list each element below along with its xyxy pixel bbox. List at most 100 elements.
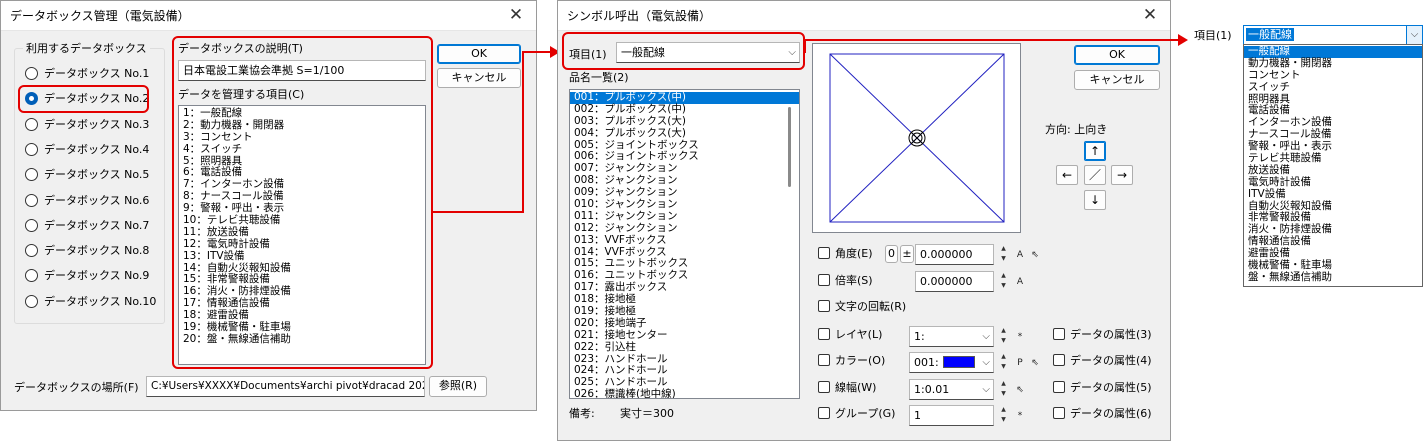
symbol-list-item[interactable]: 012：ジャンクション — [570, 222, 799, 235]
group-spinner-icon[interactable]: ▲ ▼ — [998, 405, 1009, 426]
color-p-button[interactable]: P — [1013, 354, 1027, 372]
rotate-text-checkbox[interactable]: 文字の回転(R) — [818, 300, 906, 314]
close-icon[interactable]: ✕ — [1130, 1, 1170, 31]
dropdown-option[interactable]: スイッチ — [1244, 81, 1422, 94]
cursor-pick-icon[interactable]: ⇖ — [1013, 381, 1027, 399]
color-select-value: 001: — [914, 356, 939, 369]
symbol-list-item[interactable]: 021：接地センター — [570, 329, 799, 342]
cancel-button[interactable]: キャンセル — [437, 68, 521, 88]
direction-diagonal-button[interactable]: ／ — [1084, 165, 1106, 185]
group-checkbox-box[interactable] — [818, 407, 830, 419]
direction-right-button[interactable]: → — [1111, 165, 1133, 185]
attr3-checkbox-box[interactable] — [1053, 328, 1065, 340]
symbol-list[interactable]: 001：プルボックス(中) 002：プルボックス(中) 003：プルボックス(大) 0… — [569, 89, 800, 399]
selected-radio-highlight — [18, 85, 149, 113]
databox-radio-1[interactable]: データボックス No.1 — [25, 67, 149, 81]
direction-left-button[interactable]: ← — [1056, 165, 1078, 185]
databox-radio-6[interactable]: データボックス No.6 — [25, 193, 149, 208]
item-dropdown-list[interactable]: 一般配線 動力機器・開閉器 コンセント スイッチ 照明器具 電話設備 インターホン設備 ナース… — [1243, 44, 1423, 287]
symbol-list-item[interactable]: 013：VVFボックス — [570, 234, 799, 247]
direction-up-button[interactable]: ↑ — [1084, 141, 1106, 161]
line-width-select[interactable]: 1:0.01 ⌵ — [909, 379, 994, 400]
cancel-button[interactable]: キャンセル — [1074, 70, 1160, 90]
location-field[interactable]: C:¥Users¥XXXX¥Documents¥archi pivot¥drac… — [146, 376, 425, 397]
angle-sign-button[interactable]: ± — [900, 245, 914, 263]
browse-button[interactable]: 参照(R) — [429, 376, 487, 397]
group-star-button[interactable]: * — [1013, 407, 1027, 425]
radio-circle-icon[interactable] — [25, 67, 38, 80]
layer-spinner-icon[interactable]: ▲ ▼ — [998, 326, 1009, 347]
dialog-title-text: データボックス管理（電気設備） — [10, 9, 190, 23]
layer-select[interactable]: 1: ⌵ — [909, 326, 994, 347]
attr6-checkbox[interactable]: データの属性(6) — [1053, 407, 1152, 421]
databox-manager-dialog: データボックス管理（電気設備） ✕ 利用するデータボックス データボックス No… — [0, 0, 537, 411]
scale-a-button[interactable]: A — [1013, 273, 1027, 291]
databox-radio-8[interactable]: データボックス No.8 — [25, 244, 149, 258]
scale-checkbox-box[interactable] — [818, 274, 830, 286]
direction-down-button[interactable]: ↓ — [1084, 190, 1106, 210]
scale-field[interactable]: 0.000000 — [915, 271, 994, 292]
attr6-checkbox-box[interactable] — [1053, 407, 1065, 419]
radio-circle-icon[interactable] — [25, 269, 38, 283]
layer-checkbox-box[interactable] — [818, 328, 830, 340]
symbol-list-item[interactable]: 004：プルボックス(大) — [570, 127, 799, 140]
angle-checkbox-box[interactable] — [818, 247, 830, 259]
item-select-open[interactable]: 一般配線 ⌵ — [1243, 25, 1423, 45]
rotate-text-checkbox-box[interactable] — [818, 300, 830, 312]
dropdown-option[interactable]: 電気時計設備 — [1244, 176, 1422, 189]
dropdown-option[interactable]: 盤・無線通信補助 — [1244, 271, 1422, 284]
dropdown-option[interactable]: ITV設備 — [1244, 188, 1422, 201]
line-width-spinner-icon[interactable]: ▲ ▼ — [998, 379, 1009, 400]
attr4-checkbox[interactable]: データの属性(4) — [1053, 354, 1152, 368]
color-checkbox[interactable]: カラー(O) — [818, 354, 885, 368]
angle-a-button[interactable]: A — [1013, 246, 1027, 264]
databox-radio-7[interactable]: データボックス No.7 — [25, 218, 149, 233]
angle-zero-button[interactable]: 0 — [885, 245, 898, 263]
radio-circle-icon[interactable] — [25, 244, 38, 258]
databox-radio-5[interactable]: データボックス No.5 — [25, 168, 149, 182]
databox-radio-9[interactable]: データボックス No.9 — [25, 269, 149, 283]
layer-checkbox[interactable]: レイヤ(L) — [818, 328, 882, 342]
angle-field[interactable]: 0.000000 — [915, 244, 994, 265]
close-icon[interactable]: ✕ — [496, 1, 536, 31]
angle-spinner-icon[interactable]: ▲ ▼ — [998, 244, 1009, 265]
symbol-list-item[interactable]: 022：引込柱 — [570, 341, 799, 354]
attr4-checkbox-box[interactable] — [1053, 354, 1065, 366]
symbol-list-item[interactable]: 011：ジャンクション — [570, 210, 799, 223]
layer-star-button[interactable]: * — [1013, 328, 1027, 346]
radio-circle-icon[interactable] — [25, 193, 38, 207]
group-field[interactable]: 1 — [909, 405, 994, 426]
symbol-list-item[interactable]: 002：プルボックス(中) — [570, 103, 799, 116]
radio-circle-icon[interactable] — [25, 168, 38, 182]
color-select[interactable]: 001: ⌵ — [909, 352, 994, 373]
attr5-checkbox[interactable]: データの属性(5) — [1053, 381, 1152, 395]
radio-circle-icon[interactable] — [25, 142, 38, 156]
dropdown-option[interactable]: コンセント — [1244, 69, 1422, 82]
symbol-list-label: 品名一覧(2) — [569, 71, 629, 84]
line-width-checkbox-box[interactable] — [818, 381, 830, 393]
angle-checkbox[interactable]: 角度(E) — [818, 247, 873, 261]
line-width-checkbox[interactable]: 線幅(W) — [818, 381, 876, 395]
scale-checkbox[interactable]: 倍率(S) — [818, 274, 873, 288]
color-spinner-icon[interactable]: ▲ ▼ — [998, 352, 1009, 373]
attr5-checkbox-box[interactable] — [1053, 381, 1065, 393]
color-checkbox-box[interactable] — [818, 354, 830, 366]
ok-button[interactable]: OK — [1074, 45, 1160, 65]
databox-radio-4[interactable]: データボックス No.4 — [25, 142, 149, 157]
ok-button[interactable]: OK — [437, 44, 521, 64]
symbol-list-scrollbar[interactable] — [788, 107, 791, 187]
databox-radio-3[interactable]: データボックス No.3 — [25, 117, 149, 132]
dropdown-option[interactable]: 放送設備 — [1244, 164, 1422, 177]
dropdown-option[interactable]: 動力機器・開閉器 — [1244, 57, 1422, 70]
radio-circle-icon[interactable] — [25, 218, 38, 232]
symbol-list-item[interactable]: 026：標識棒(地中線) — [570, 388, 799, 398]
databox-radio-10[interactable]: データボックス No.10 — [25, 294, 156, 309]
attr3-checkbox[interactable]: データの属性(3) — [1053, 328, 1152, 342]
cursor-pick-icon[interactable]: ⇖ — [1028, 246, 1042, 264]
radio-circle-icon[interactable] — [25, 117, 38, 131]
scale-spinner-icon[interactable]: ▲ ▼ — [998, 271, 1009, 292]
group-checkbox[interactable]: グループ(G) — [818, 407, 895, 421]
radio-circle-icon[interactable] — [25, 294, 38, 308]
symbol-list-item[interactable]: 003：プルボックス(大) — [570, 115, 799, 128]
cursor-pick-icon[interactable]: ⇖ — [1028, 354, 1042, 372]
